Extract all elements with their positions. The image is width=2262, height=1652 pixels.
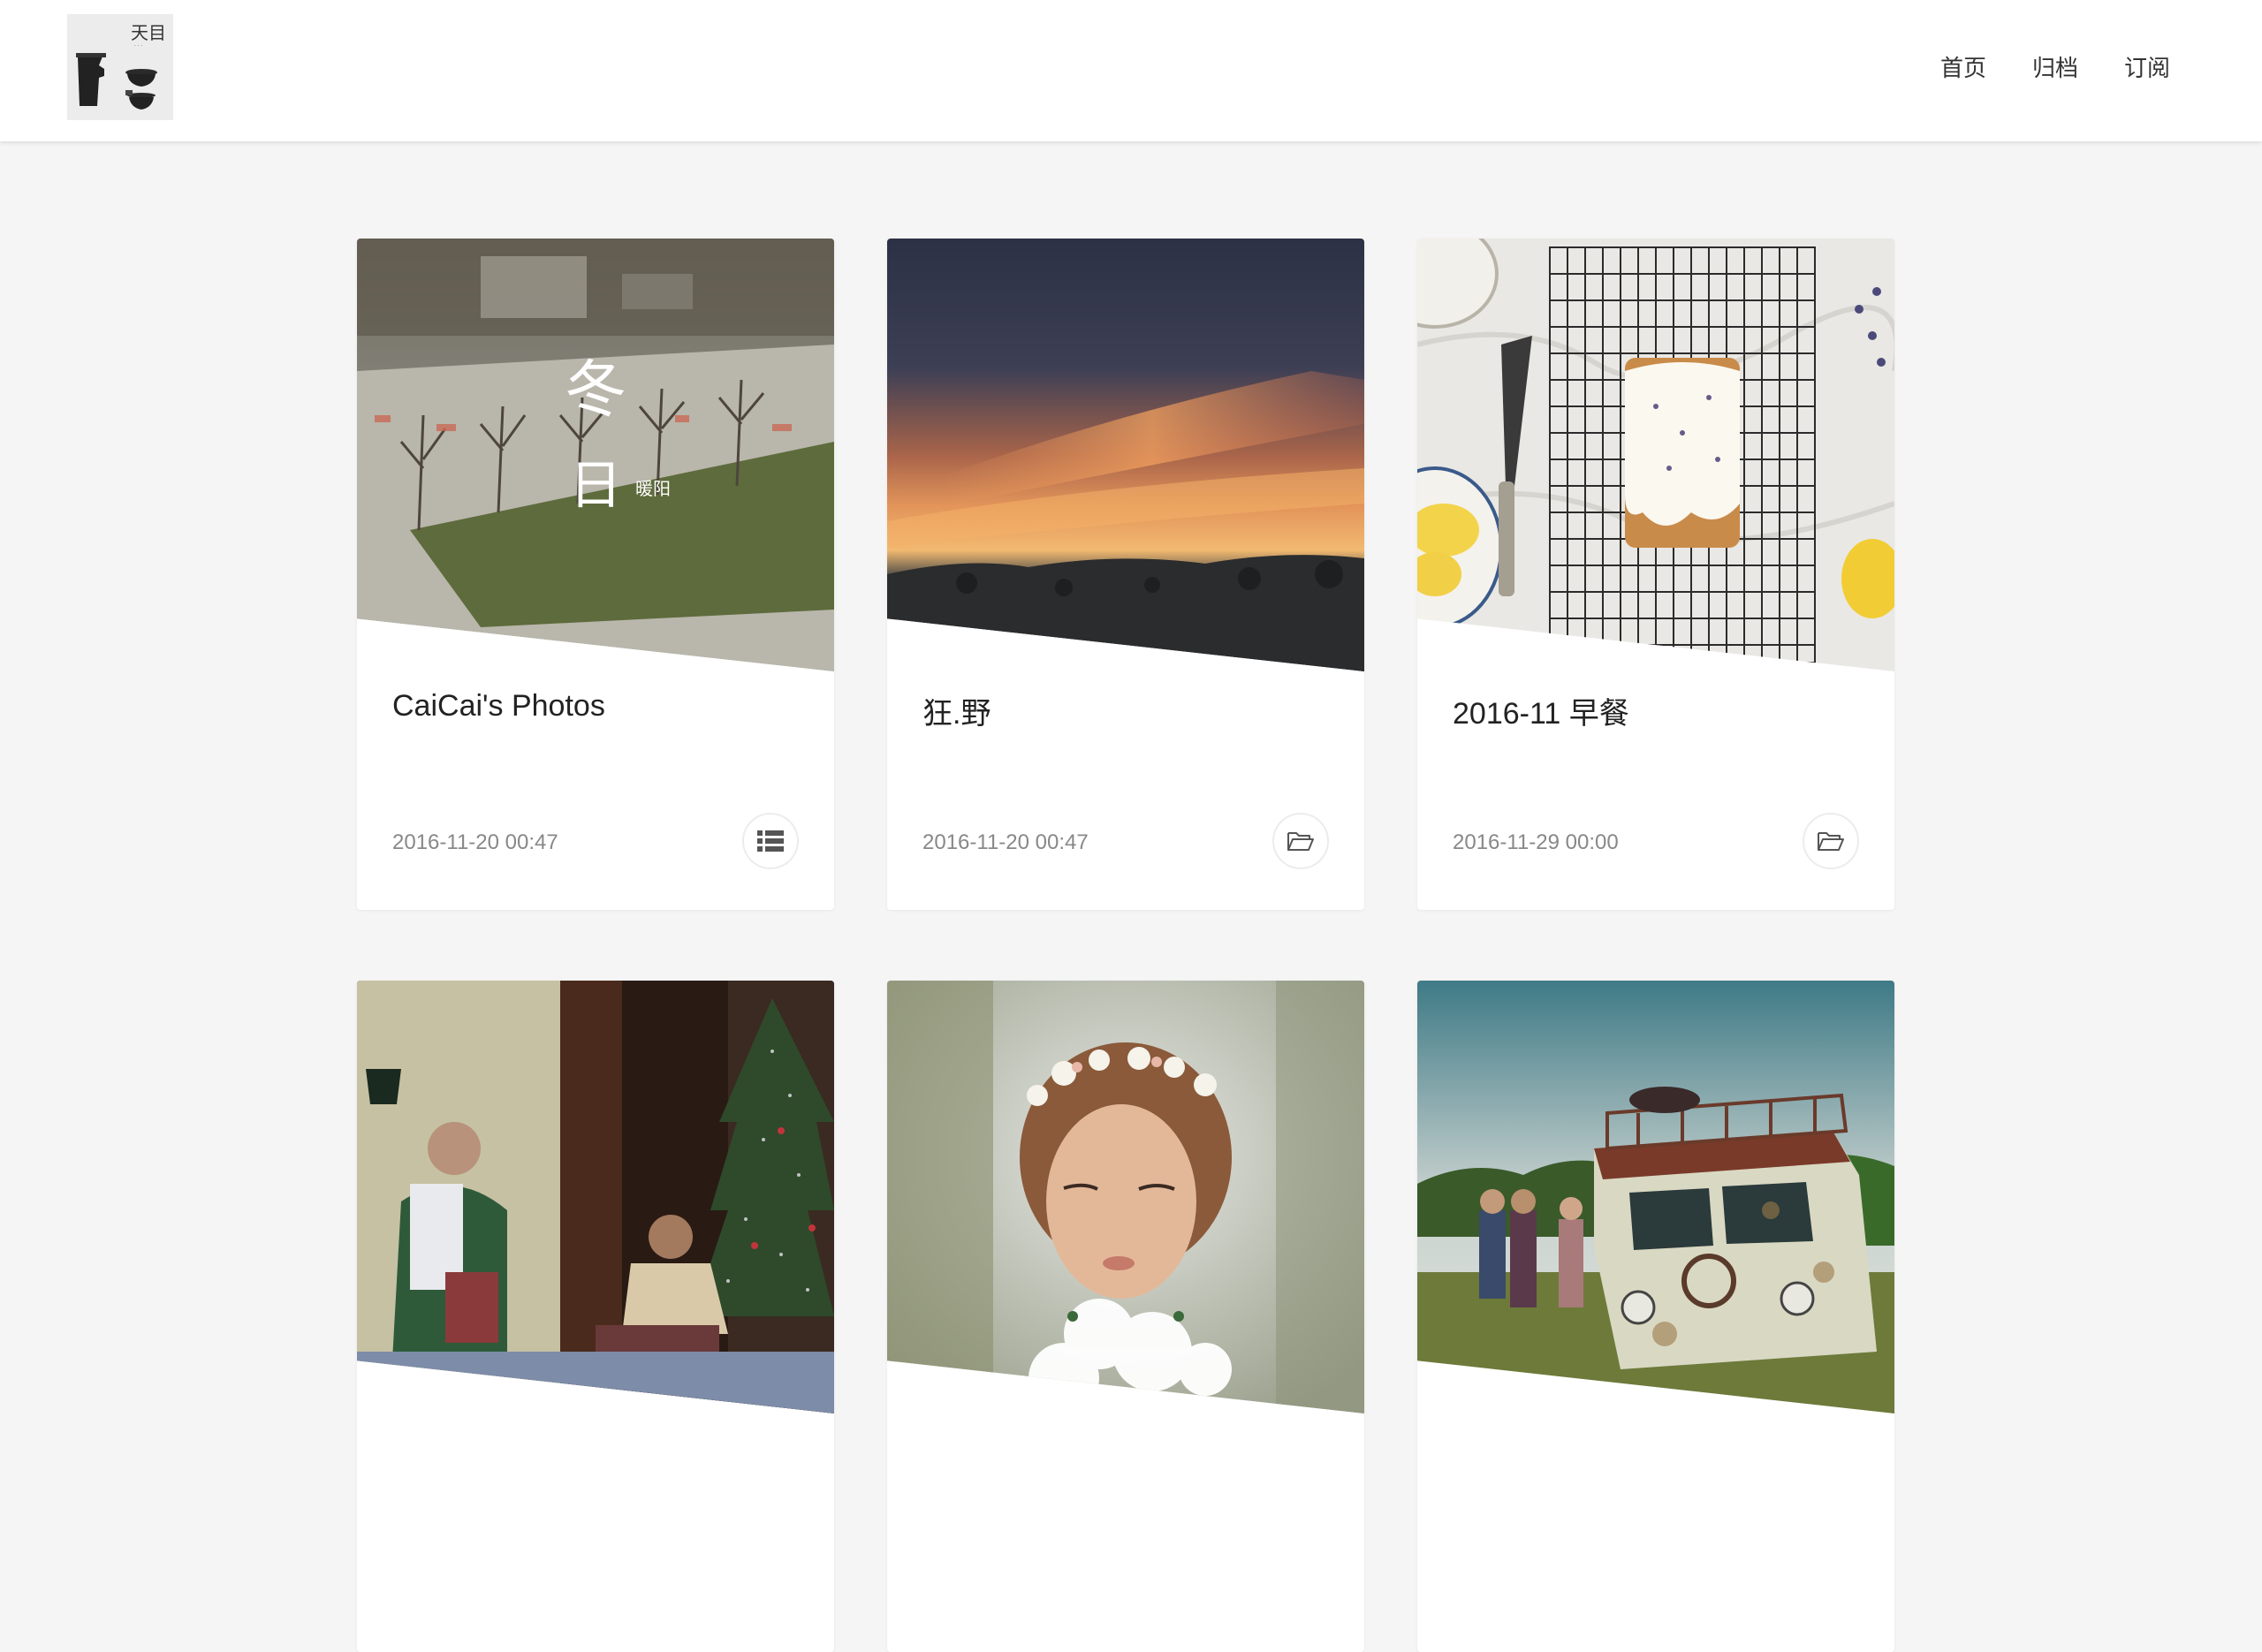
post-cover-image[interactable] — [357, 981, 834, 1413]
post-type-button[interactable] — [742, 813, 799, 869]
post-type-button[interactable] — [1272, 813, 1329, 869]
post-type-button[interactable] — [1803, 813, 1859, 869]
post-card[interactable] — [1417, 981, 1894, 1652]
post-title[interactable]: 2016-11 早餐 — [1453, 689, 1629, 732]
post-date: 2016-11-29 00:00 — [1453, 830, 1619, 854]
cover-text-sun: 暖阳 — [635, 478, 671, 499]
post-cover-image[interactable] — [1417, 981, 1894, 1413]
site-logo[interactable]: 天目 · · · — [67, 14, 173, 120]
site-header: 天目 · · · 首页 归档 订阅 — [0, 0, 2262, 141]
nav-subscribe[interactable]: 订阅 — [2124, 51, 2170, 87]
post-card[interactable]: 狂.野 2016-11-20 00:47 — [887, 239, 1364, 910]
post-card[interactable]: 2016-11 早餐 2016-11-29 00:00 — [1417, 239, 1894, 910]
main-nav: 首页 归档 订阅 — [1940, 51, 2170, 87]
post-date: 2016-11-20 00:47 — [392, 830, 558, 854]
post-cover-image[interactable] — [887, 239, 1364, 671]
logo-icon: 天目 · · · — [67, 14, 173, 120]
cover-christmas — [357, 981, 834, 1413]
cover-breakfast — [1417, 239, 1894, 671]
post-cover-image[interactable] — [887, 981, 1364, 1413]
cover-winter-plaza: 冬 日 暖阳 — [357, 239, 834, 671]
cover-bride — [887, 981, 1364, 1413]
post-date: 2016-11-20 00:47 — [922, 830, 1089, 854]
post-title[interactable]: CaiCai's Photos — [392, 689, 605, 724]
folder-open-icon — [1818, 832, 1844, 851]
cover-vw-bus — [1417, 981, 1894, 1413]
post-cover-image[interactable]: 冬 日 暖阳 — [357, 239, 834, 671]
folder-open-icon — [1287, 832, 1314, 851]
post-card[interactable] — [357, 981, 834, 1652]
svg-text:· · ·: · · · — [134, 43, 143, 49]
nav-archive[interactable]: 归档 — [2032, 51, 2078, 87]
cover-text-day: 日 — [569, 455, 622, 517]
post-cover-image[interactable] — [1417, 239, 1894, 671]
nav-home[interactable]: 首页 — [1940, 51, 1986, 87]
post-card[interactable]: 冬 日 暖阳 CaiCai's Photos 2016-11-20 00:47 — [357, 239, 834, 910]
cover-sunset — [887, 239, 1364, 671]
post-grid: 冬 日 暖阳 CaiCai's Photos 2016-11-20 00:47 — [357, 239, 1894, 1652]
cover-text-winter: 冬 — [565, 353, 626, 426]
logo-text: 天目 — [131, 22, 166, 43]
post-card[interactable] — [887, 981, 1364, 1652]
list-icon — [757, 830, 784, 852]
post-title[interactable]: 狂.野 — [922, 689, 991, 732]
